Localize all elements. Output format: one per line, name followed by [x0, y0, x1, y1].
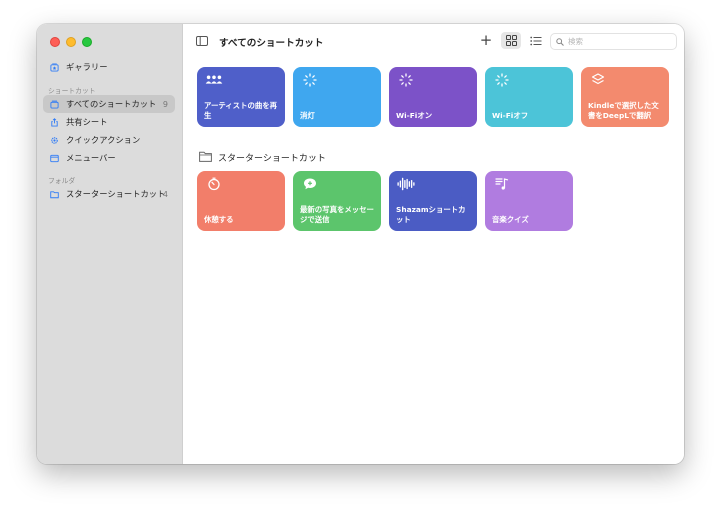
main-content: すべてのショートカット + 検索 アーティストの曲を再生 消灯 Wi-Fiオン … [183, 24, 684, 464]
gallery-icon [50, 62, 59, 72]
page-title: すべてのショートカット [219, 38, 324, 49]
list-icon [530, 36, 542, 45]
shortcut-label: 音楽クイズ [492, 215, 529, 225]
sidebar-folder-starter-shortcuts[interactable]: スターターショートカット 4 [43, 185, 175, 203]
grid-icon [505, 35, 517, 46]
close-window-button[interactable] [50, 37, 60, 47]
window-controls [50, 37, 92, 47]
gear-icon [51, 136, 58, 144]
sidebar-item-count: 9 [162, 99, 168, 109]
shortcuts-stack-icon [50, 100, 59, 109]
shortcut-card[interactable]: Wi-Fiオフ [485, 67, 573, 127]
folder-icon [50, 190, 59, 198]
shortcut-card[interactable]: 消灯 [293, 67, 381, 127]
message-icon [304, 178, 316, 190]
search-input[interactable] [568, 37, 668, 46]
shortcuts-window: ギャラリー ショートカット すべてのショートカット 9 共有シート クイックアク… [37, 24, 684, 464]
zoom-window-button[interactable] [82, 37, 92, 47]
shortcut-label: Kindleで選択した文書をDeepLで翻訳 [588, 101, 659, 121]
folder-section-title: スターターショートカット [218, 154, 326, 164]
shortcut-card[interactable]: Wi-Fiオン [389, 67, 477, 127]
sidebar-item-all-shortcuts[interactable]: すべてのショートカット 9 [43, 95, 175, 113]
shortcut-label: Wi-Fiオン [396, 111, 433, 121]
grid-view-button[interactable] [501, 32, 521, 49]
shortcut-label: アーティストの曲を再生 [204, 101, 278, 121]
shortcut-card[interactable]: 最新の写真をメッセージで送信 [293, 171, 381, 231]
shortcut-label: Shazamショートカット [396, 205, 466, 225]
sidebar-item-label: 共有シート [66, 117, 108, 127]
sidebar: ギャラリー ショートカット すべてのショートカット 9 共有シート クイックアク… [37, 24, 183, 464]
music-list-icon [495, 178, 509, 190]
folder-icon [199, 151, 212, 162]
people-icon [205, 75, 223, 84]
shortcut-card[interactable]: アーティストの曲を再生 [197, 67, 285, 127]
list-view-button[interactable] [526, 32, 546, 49]
sidebar-item-count: 4 [162, 189, 168, 199]
sidebar-item-share-sheet[interactable]: 共有シート [43, 113, 175, 131]
share-icon [51, 117, 58, 127]
sidebar-section-folders: フォルダ [48, 177, 76, 185]
shortcut-label: 休憩する [204, 215, 234, 225]
waveform-icon [397, 177, 415, 191]
layers-icon [591, 73, 605, 85]
sparkle-icon [495, 73, 509, 87]
shortcut-card[interactable]: 休憩する [197, 171, 285, 231]
shortcut-label: 最新の写真をメッセージで送信 [300, 205, 374, 225]
add-shortcut-button[interactable]: + [479, 33, 493, 48]
sidebar-item-quick-actions[interactable]: クイックアクション [43, 131, 175, 149]
sidebar-section-shortcuts: ショートカット [48, 87, 96, 95]
shortcut-label: Wi-Fiオフ [492, 111, 529, 121]
shortcut-card[interactable]: Shazamショートカット [389, 171, 477, 231]
sparkle-icon [399, 73, 413, 87]
sidebar-item-label: すべてのショートカット [66, 99, 157, 109]
search-field[interactable] [550, 33, 677, 50]
sidebar-item-gallery[interactable]: ギャラリー [43, 58, 175, 76]
sidebar-item-label: メニューバー [66, 153, 116, 163]
sidebar-item-label: ギャラリー [66, 62, 108, 72]
shortcut-label: 消灯 [300, 111, 315, 121]
sidebar-item-label: クイックアクション [66, 135, 141, 145]
timer-icon [208, 177, 220, 191]
sidebar-item-label: スターターショートカット [66, 189, 166, 199]
menubar-icon [50, 154, 59, 162]
sidebar-toggle-icon[interactable] [196, 36, 208, 46]
shortcut-card[interactable]: 音楽クイズ [485, 171, 573, 231]
search-icon [556, 37, 564, 46]
sparkle-icon [303, 73, 317, 87]
shortcut-card[interactable]: Kindleで選択した文書をDeepLで翻訳 [581, 67, 669, 127]
minimize-window-button[interactable] [66, 37, 76, 47]
sidebar-item-menu-bar[interactable]: メニューバー [43, 149, 175, 167]
